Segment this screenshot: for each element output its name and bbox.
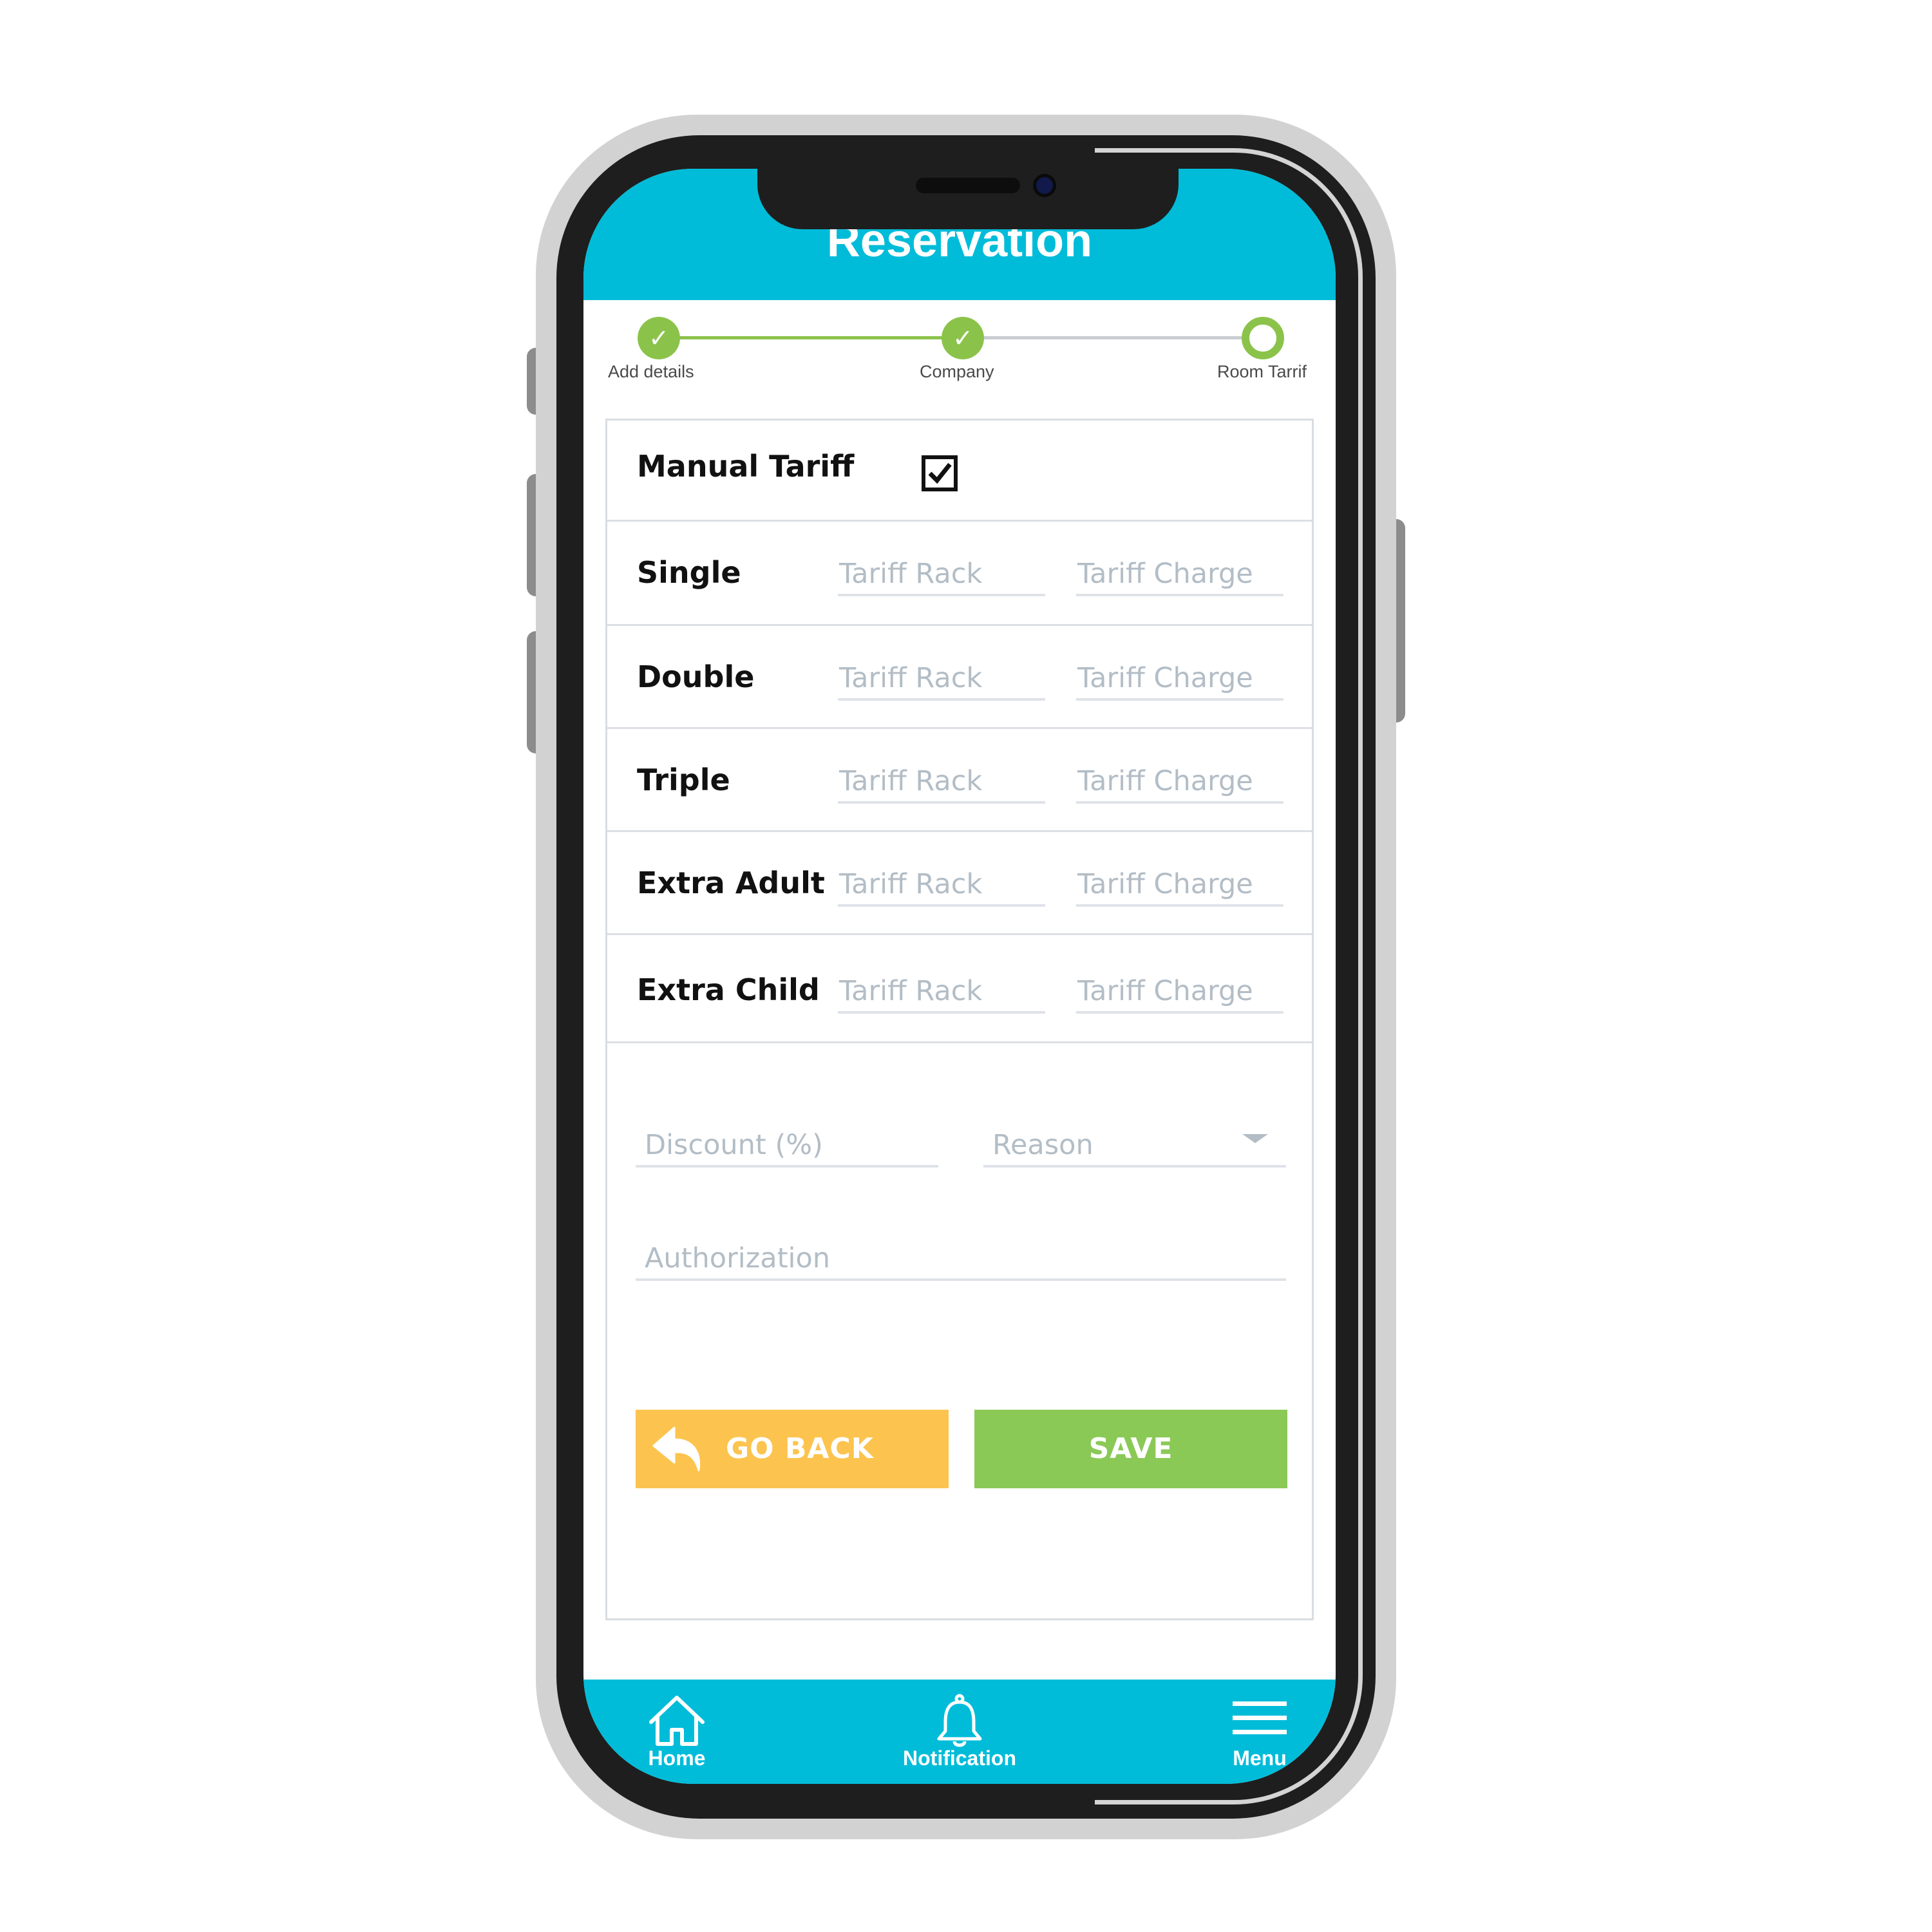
reason-dropdown[interactable]: Reason — [983, 1115, 1286, 1168]
tariff-rack-placeholder: Tariff Rack — [839, 868, 983, 900]
step-2-label: Company — [920, 362, 994, 381]
menu-icon — [1233, 1701, 1287, 1734]
authorization-placeholder: Authorization — [645, 1242, 831, 1274]
tariff-row-single: Single Tariff Rack Tariff Charge — [607, 522, 1312, 626]
tariff-charge-input[interactable]: Tariff Charge — [1076, 965, 1283, 1014]
nav-item-home[interactable]: Home — [606, 1680, 748, 1784]
phone-notch — [757, 161, 1179, 229]
tariff-rack-placeholder: Tariff Rack — [839, 975, 983, 1007]
checkmark-icon — [928, 462, 952, 484]
go-back-button[interactable]: GO BACK — [636, 1410, 949, 1488]
manual-tariff-checkbox[interactable] — [922, 455, 958, 491]
nav-label-notification: Notification — [903, 1747, 1016, 1770]
save-label: SAVE — [1088, 1432, 1173, 1465]
stepper-line-completed — [643, 336, 945, 339]
tariff-rack-input[interactable]: Tariff Rack — [838, 652, 1045, 701]
tariff-charge-placeholder: Tariff Charge — [1077, 765, 1253, 797]
tariff-row-label: Single — [637, 555, 741, 590]
tariff-rack-input[interactable]: Tariff Rack — [838, 858, 1045, 907]
tariff-charge-input[interactable]: Tariff Charge — [1076, 755, 1283, 804]
tariff-form-card: Manual Tariff Single Tariff Rack Tariff … — [605, 419, 1314, 1620]
progress-stepper: ✓ ✓ Add details Company Room Tarrif — [583, 300, 1336, 381]
stage: Reservation ✓ ✓ Add details Company Room… — [0, 0, 1932, 1932]
manual-tariff-label: Manual Tariff — [637, 449, 855, 484]
tariff-rack-input[interactable]: Tariff Rack — [838, 755, 1045, 804]
tariff-row-triple: Triple Tariff Rack Tariff Charge — [607, 729, 1312, 832]
step-1-label: Add details — [608, 362, 694, 381]
authorization-input[interactable]: Authorization — [636, 1229, 1286, 1281]
tariff-row-label: Triple — [637, 762, 730, 797]
tariff-row-extra-child: Extra Child Tariff Rack Tariff Charge — [607, 935, 1312, 1043]
stepper-line-pending — [945, 336, 1248, 339]
tariff-row-label: Double — [637, 659, 755, 694]
tariff-rack-placeholder: Tariff Rack — [839, 558, 983, 590]
step-1-check-icon[interactable]: ✓ — [638, 317, 680, 359]
nav-item-notification[interactable]: Notification — [876, 1680, 1043, 1784]
tariff-charge-input[interactable]: Tariff Charge — [1076, 858, 1283, 907]
tariff-charge-placeholder: Tariff Charge — [1077, 975, 1253, 1007]
tariff-charge-placeholder: Tariff Charge — [1077, 868, 1253, 900]
reply-arrow-icon — [652, 1426, 701, 1472]
reason-placeholder: Reason — [992, 1129, 1094, 1161]
go-back-label: GO BACK — [726, 1432, 874, 1465]
manual-tariff-row: Manual Tariff — [607, 421, 1312, 522]
tariff-row-label: Extra Child — [637, 972, 820, 1007]
nav-label-menu: Menu — [1233, 1747, 1287, 1770]
tariff-row-double: Double Tariff Rack Tariff Charge — [607, 626, 1312, 729]
tariff-rack-placeholder: Tariff Rack — [839, 765, 983, 797]
discount-input[interactable]: Discount (%) — [636, 1115, 938, 1168]
tariff-row-extra-adult: Extra Adult Tariff Rack Tariff Charge — [607, 832, 1312, 935]
nav-item-menu[interactable]: Menu — [1205, 1680, 1314, 1784]
tariff-rack-input[interactable]: Tariff Rack — [838, 547, 1045, 596]
tariff-rack-placeholder: Tariff Rack — [839, 662, 983, 694]
front-camera-icon — [1033, 174, 1056, 197]
phone-speaker — [916, 178, 1020, 193]
bell-icon — [937, 1694, 982, 1747]
step-3-label: Room Tarrif — [1217, 362, 1307, 381]
app-screen: Reservation ✓ ✓ Add details Company Room… — [583, 169, 1336, 1784]
nav-label-home: Home — [648, 1747, 706, 1770]
save-button[interactable]: SAVE — [974, 1410, 1287, 1488]
tariff-rack-input[interactable]: Tariff Rack — [838, 965, 1045, 1014]
home-icon — [649, 1696, 705, 1746]
tariff-charge-input[interactable]: Tariff Charge — [1076, 652, 1283, 701]
tariff-charge-placeholder: Tariff Charge — [1077, 558, 1253, 590]
tariff-charge-placeholder: Tariff Charge — [1077, 662, 1253, 694]
bottom-navigation: Home Notification Menu — [583, 1680, 1336, 1784]
discount-placeholder: Discount (%) — [645, 1129, 823, 1161]
step-2-check-icon[interactable]: ✓ — [942, 317, 984, 359]
tariff-charge-input[interactable]: Tariff Charge — [1076, 547, 1283, 596]
tariff-row-label: Extra Adult — [637, 866, 825, 900]
step-3-current-icon[interactable] — [1242, 317, 1284, 359]
chevron-down-icon — [1242, 1134, 1268, 1143]
